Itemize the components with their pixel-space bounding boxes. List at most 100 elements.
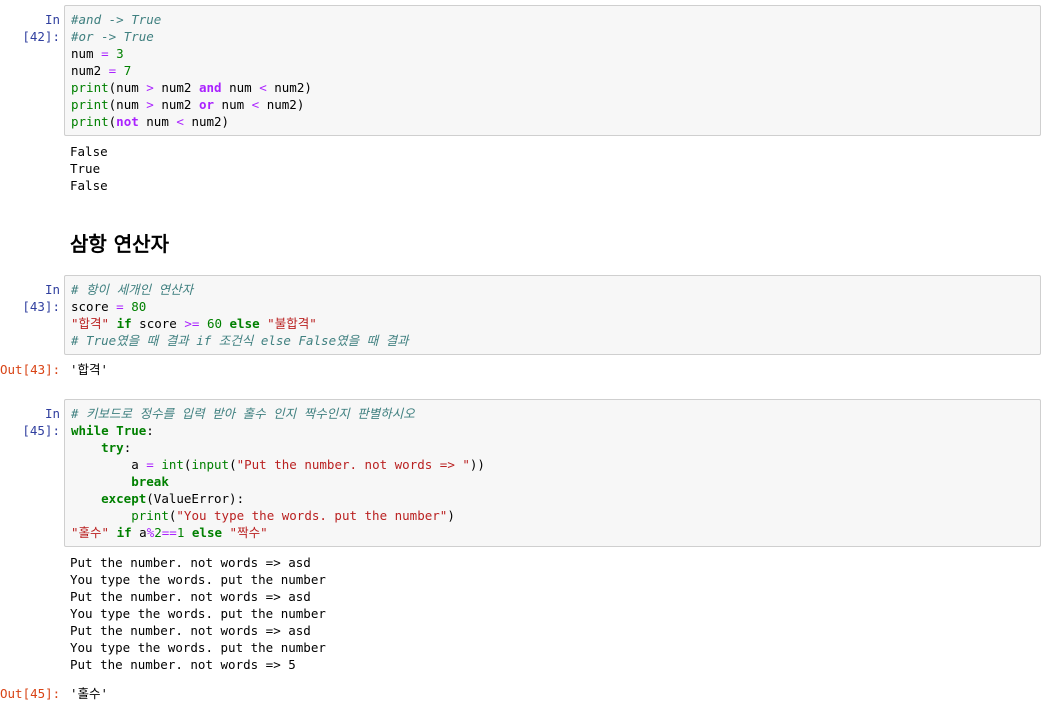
code-token: num2) [266, 80, 312, 95]
code-token: a [71, 457, 147, 472]
code-token: input [191, 457, 230, 472]
code-token: score [131, 316, 185, 331]
code-line: a = int(input("Put the number. not words… [71, 456, 1034, 473]
code-line: except(ValueError): [71, 490, 1034, 507]
code-token: num2) [183, 114, 230, 129]
code-token: "불합격" [267, 316, 317, 331]
input-prompt: In [42]: [22, 12, 60, 44]
output-prompt: Out[45]: [0, 686, 61, 701]
code-cell-editor[interactable]: # 키보드로 정수를 입력 받아 홀수 인지 짝수인지 판별하시오 while T… [64, 399, 1041, 547]
code-line: num2 = 7 [71, 62, 1034, 79]
code-line: print(num > num2 and num < num2) [71, 79, 1034, 96]
code-token: num [138, 114, 177, 129]
code-token: # 항이 세개인 연산자 [71, 282, 194, 297]
code-line: print(num > num2 or num < num2) [71, 96, 1034, 113]
code-token: a [131, 525, 147, 540]
code-line: print(not num < num2) [71, 113, 1034, 130]
code-line: num = 3 [71, 45, 1034, 62]
code-token: > [146, 80, 154, 95]
code-token: True [116, 423, 147, 438]
output-line: You type the words. put the number [70, 640, 326, 655]
code-line: "합격" if score >= 60 else "불합격" [71, 315, 1034, 332]
code-token: break [131, 474, 169, 489]
markdown-heading: 삼항 연산자 [70, 232, 169, 256]
code-line: try: [71, 439, 1034, 456]
code-line: # 키보드로 정수를 입력 받아 홀수 인지 짝수인지 판별하시오 [71, 405, 1034, 422]
execute-result: '홀수' [70, 685, 108, 702]
code-token: #or -> True [71, 29, 154, 44]
code-line: #or -> True [71, 28, 1034, 45]
code-token: num2 [153, 97, 199, 112]
code-token: ) [447, 508, 455, 523]
code-line: # 항이 세개인 연산자 [71, 281, 1034, 298]
code-token: #and -> True [71, 12, 162, 27]
code-token: num2 [71, 63, 109, 78]
code-token: num [214, 97, 252, 112]
code-token: else [229, 316, 260, 331]
execute-result: '합격' [70, 361, 108, 378]
code-token: == [161, 525, 177, 540]
code-line: break [71, 473, 1034, 490]
code-token: > [146, 97, 154, 112]
code-token: = [146, 457, 154, 472]
code-token: = [101, 46, 109, 61]
code-token: 80 [131, 299, 147, 314]
code-line: #and -> True [71, 11, 1034, 28]
code-token: (num [108, 97, 147, 112]
code-token: (num [108, 80, 147, 95]
code-token: print [131, 508, 169, 523]
code-token: except [101, 491, 147, 506]
code-cell-editor[interactable]: #and -> True #or -> True num = 3 num2 = 7 pr… [64, 5, 1041, 136]
input-prompt: In [45]: [22, 406, 60, 438]
code-token: < [176, 114, 184, 129]
stream-output: Put the number. not words => asd You type… [70, 554, 326, 673]
code-token: num [71, 46, 102, 61]
output-line: Put the number. not words => asd [70, 555, 311, 570]
output-line: False [70, 144, 108, 159]
code-token: "You type the words. put the number" [176, 508, 448, 523]
code-token: num2) [259, 97, 305, 112]
code-token: print [71, 80, 109, 95]
output-line: Put the number. not words => asd [70, 589, 311, 604]
code-token: print [71, 114, 109, 129]
output-prompt: Out[43]: [0, 362, 61, 377]
code-token: if [116, 525, 132, 540]
result-text: '합격' [70, 362, 109, 377]
output-line: Put the number. not words => 5 [70, 657, 296, 672]
code-token: # 키보드로 정수를 입력 받아 홀수 인지 짝수인지 판별하시오 [71, 406, 415, 421]
code-token: ( [229, 457, 237, 472]
code-token: else [191, 525, 223, 540]
code-token: "홀수" [71, 525, 110, 540]
code-token: "짝수" [229, 525, 268, 540]
code-line: print("You type the words. put the numbe… [71, 507, 1034, 524]
code-token: score [71, 299, 117, 314]
code-line: while True: [71, 422, 1034, 439]
output-line: False [70, 178, 108, 193]
code-token: int [161, 457, 184, 472]
code-token: if [116, 316, 132, 331]
code-token: not [116, 114, 139, 129]
code-token: )) [469, 457, 485, 472]
code-token: (ValueError): [146, 491, 245, 506]
code-token: num2 [153, 80, 199, 95]
code-token: 2 [154, 525, 162, 540]
input-prompt: In [43]: [22, 282, 60, 314]
code-token: 7 [123, 63, 132, 78]
code-token: 60 [206, 316, 222, 331]
output-line: Put the number. not words => asd [70, 623, 311, 638]
code-token: # True였을 때 결과 if 조건식 else False였을 때 결과 [71, 333, 409, 348]
code-token: or [198, 97, 215, 112]
output-line: You type the words. put the number [70, 606, 326, 621]
code-token: num [221, 80, 260, 95]
stream-output: False True False [70, 143, 108, 194]
result-text: '홀수' [70, 686, 109, 701]
code-cell-editor[interactable]: # 항이 세개인 연산자 score = 80 "합격" if score >= 6… [64, 275, 1041, 355]
